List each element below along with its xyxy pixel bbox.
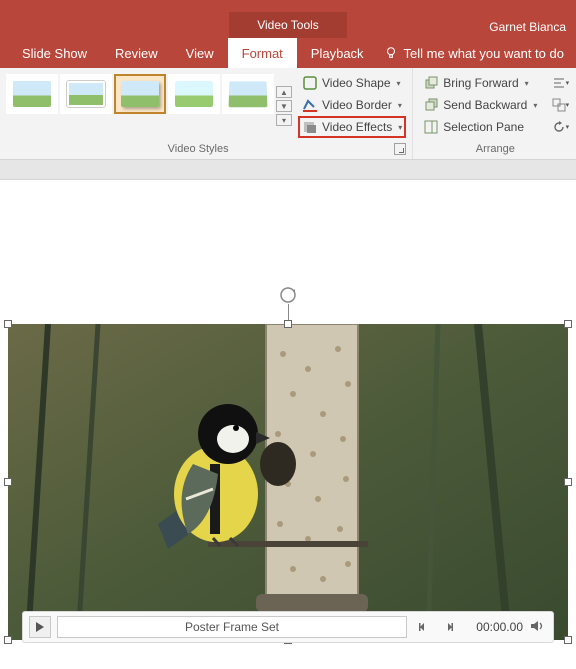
group-button[interactable]: ▾	[549, 94, 571, 116]
bring-forward-button[interactable]: Bring Forward ▾	[419, 72, 541, 94]
dropdown-arrow-icon: ▾	[397, 79, 401, 88]
rotate-handle[interactable]	[279, 286, 297, 304]
video-style-gallery-scroll[interactable]: ▲ ▼ ▾	[276, 74, 292, 138]
video-style-preset-4[interactable]	[168, 74, 220, 114]
video-border-button[interactable]: Video Border ▾	[298, 94, 406, 116]
video-frame[interactable]	[8, 324, 568, 640]
video-object-selection[interactable]	[8, 324, 568, 640]
selection-pane-button[interactable]: Selection Pane	[419, 116, 541, 138]
bring-forward-label: Bring Forward	[443, 76, 518, 90]
video-style-preset-5[interactable]	[222, 74, 274, 114]
selection-pane-icon	[423, 119, 439, 135]
group-label-arrange: Arrange	[476, 143, 515, 155]
bring-forward-icon	[423, 75, 439, 91]
ribbon: ▲ ▼ ▾ Video Shape ▾ Video Border ▾ Video…	[0, 68, 576, 160]
video-effects-button[interactable]: Video Effects ▾	[298, 116, 406, 138]
video-playback-bar: Poster Frame Set 00:00.00	[22, 611, 554, 643]
selection-pane-label: Selection Pane	[443, 120, 524, 134]
tab-slideshow[interactable]: Slide Show	[8, 38, 101, 68]
group-icon	[552, 98, 566, 112]
volume-icon	[529, 618, 545, 634]
send-backward-icon	[423, 97, 439, 113]
resize-handle-ml[interactable]	[4, 478, 12, 486]
resize-handle-bl[interactable]	[4, 636, 12, 644]
send-backward-button[interactable]: Send Backward ▾	[419, 94, 541, 116]
tab-view[interactable]: View	[172, 38, 228, 68]
group-label-video-styles: Video Styles	[6, 143, 390, 155]
resize-handle-mr[interactable]	[564, 478, 572, 486]
rotate-button[interactable]: ▾	[549, 116, 571, 138]
play-button[interactable]	[29, 616, 51, 638]
align-button[interactable]: ▾	[549, 72, 571, 94]
send-backward-label: Send Backward	[443, 98, 527, 112]
video-style-preset-2[interactable]	[60, 74, 112, 114]
tab-review[interactable]: Review	[101, 38, 172, 68]
dropdown-arrow-icon: ▾	[533, 101, 537, 110]
border-icon	[302, 97, 318, 113]
slide-canvas[interactable]: Poster Frame Set 00:00.00	[0, 180, 576, 647]
ribbon-spacer	[0, 160, 576, 180]
video-style-preset-1[interactable]	[6, 74, 58, 114]
gallery-up-icon[interactable]: ▲	[276, 86, 292, 98]
seek-status-label: Poster Frame Set	[185, 620, 279, 634]
video-border-label: Video Border	[322, 98, 392, 112]
rotate-handle-icon	[279, 286, 297, 304]
lightbulb-icon	[384, 46, 398, 60]
step-forward-icon	[443, 621, 455, 633]
video-styles-dialog-launcher[interactable]	[394, 143, 406, 155]
dropdown-arrow-icon: ▾	[525, 79, 529, 88]
tell-me-label: Tell me what you want to do	[404, 46, 564, 61]
dropdown-arrow-icon: ▾	[398, 123, 402, 132]
seek-bar[interactable]: Poster Frame Set	[57, 616, 407, 638]
title-bar: Video Tools Garnet Bianca	[0, 0, 576, 38]
group-video-styles: ▲ ▼ ▾ Video Shape ▾ Video Border ▾ Video…	[0, 68, 413, 159]
volume-button[interactable]	[529, 618, 547, 636]
video-shape-label: Video Shape	[322, 76, 391, 90]
resize-handle-tm[interactable]	[284, 320, 292, 328]
ribbon-tabs: Slide Show Review View Format Playback T…	[0, 38, 576, 68]
video-style-preset-3[interactable]	[114, 74, 166, 114]
shape-icon	[302, 75, 318, 91]
video-shape-button[interactable]: Video Shape ▾	[298, 72, 406, 94]
gallery-down-icon[interactable]: ▼	[276, 100, 292, 112]
dropdown-arrow-icon: ▾	[398, 101, 402, 110]
play-icon	[35, 622, 45, 632]
gallery-more-icon[interactable]: ▾	[276, 114, 292, 126]
effects-icon	[302, 119, 318, 135]
resize-handle-tr[interactable]	[564, 320, 572, 328]
step-forward-button[interactable]	[439, 617, 459, 637]
step-back-button[interactable]	[413, 617, 433, 637]
tab-format[interactable]: Format	[228, 38, 297, 68]
playback-time: 00:00.00	[465, 620, 523, 634]
tell-me-search[interactable]: Tell me what you want to do	[384, 38, 564, 68]
rotate-icon	[552, 120, 566, 134]
step-back-icon	[417, 621, 429, 633]
align-icon	[552, 76, 566, 90]
user-name: Garnet Bianca	[489, 20, 566, 34]
resize-handle-br[interactable]	[564, 636, 572, 644]
video-effects-label: Video Effects	[322, 120, 392, 134]
group-arrange: Bring Forward ▾ Send Backward ▾ Selectio…	[413, 68, 576, 159]
video-poster-image	[8, 324, 568, 640]
contextual-tab-title: Video Tools	[229, 12, 347, 38]
tab-playback[interactable]: Playback	[297, 38, 378, 68]
resize-handle-tl[interactable]	[4, 320, 12, 328]
